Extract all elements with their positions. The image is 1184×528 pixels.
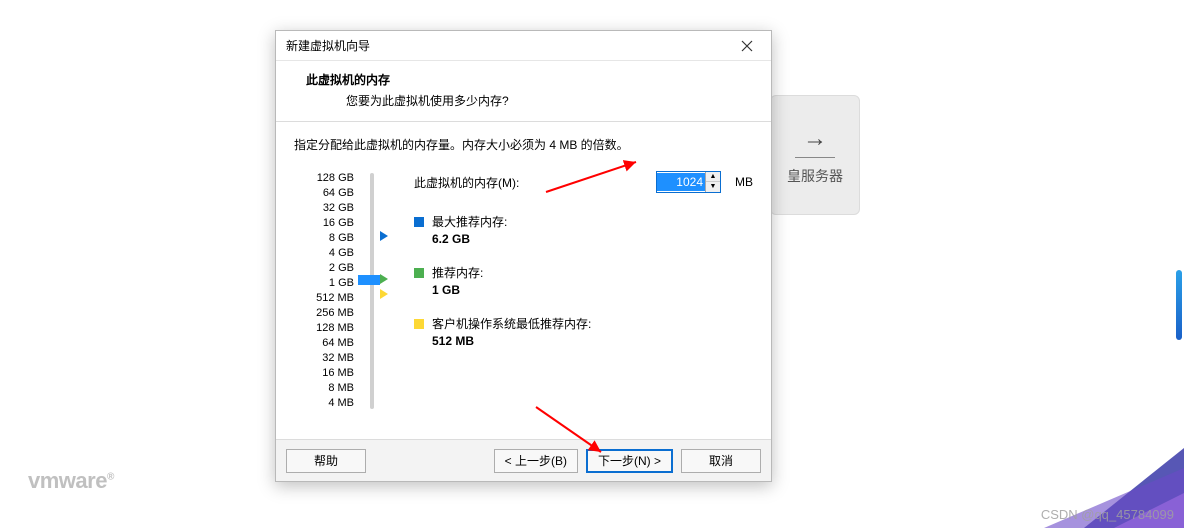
scale-tick: 4 GB [294,246,354,261]
new-vm-wizard-dialog: 新建虚拟机向导 此虚拟机的内存 您要为此虚拟机使用多少内存? 指定分配给此虚拟机… [275,30,772,482]
dialog-footer: 帮助 < 上一步(B) 下一步(N) > 取消 [276,439,771,481]
instruction-text: 指定分配给此虚拟机的内存量。内存大小必须为 4 MB 的倍数。 [294,136,753,153]
slider-track [370,173,374,409]
arrow-right-icon: → [803,125,827,153]
legend-rec: 推荐内存: 1 GB [414,264,753,297]
scale-tick: 128 GB [294,171,354,186]
close-button[interactable] [729,34,765,58]
max-marker-icon [380,231,388,241]
scale-tick: 16 MB [294,366,354,381]
square-icon [414,319,424,329]
scale-tick: 512 MB [294,291,354,306]
scale-tick: 128 MB [294,321,354,336]
legend-max-value: 6.2 GB [432,232,753,246]
legend-max: 最大推荐内存: 6.2 GB [414,213,753,246]
divider [795,157,835,158]
legend-min-value: 512 MB [432,334,753,348]
scale-tick: 1 GB [294,276,354,291]
dialog-title: 新建虚拟机向导 [286,37,729,54]
memory-scale: 128 GB 64 GB 32 GB 16 GB 8 GB 4 GB 2 GB … [294,171,354,411]
cancel-button[interactable]: 取消 [681,449,761,473]
scale-tick: 8 GB [294,231,354,246]
next-button[interactable]: 下一步(N) > [586,449,673,473]
scale-tick: 64 MB [294,336,354,351]
legend-min-label: 客户机操作系统最低推荐内存: [432,315,591,332]
spin-down-button[interactable]: ▼ [706,182,720,192]
scale-tick: 64 GB [294,186,354,201]
scale-tick: 32 MB [294,351,354,366]
spinner-buttons: ▲ ▼ [705,172,720,192]
legend-min: 客户机操作系统最低推荐内存: 512 MB [414,315,753,348]
vmware-logo: vmware® [28,468,114,494]
square-icon [414,268,424,278]
scale-tick: 4 MB [294,396,354,411]
square-icon [414,217,424,227]
scale-tick: 2 GB [294,261,354,276]
scale-tick: 32 GB [294,201,354,216]
legend-max-label: 最大推荐内存: [432,213,507,230]
header-title: 此虚拟机的内存 [306,71,761,88]
dialog-body: 指定分配给此虚拟机的内存量。内存大小必须为 4 MB 的倍数。 128 GB 6… [276,122,771,439]
legend-rec-value: 1 GB [432,283,753,297]
min-marker-icon [380,289,388,299]
memory-input-row: 此虚拟机的内存(M): ▲ ▼ MB [414,171,753,193]
scale-tick: 256 MB [294,306,354,321]
close-icon [741,40,753,52]
memory-info: 此虚拟机的内存(M): ▲ ▼ MB 最大推荐内存: [388,171,753,411]
watermark: CSDN @qq_45784099 [1041,507,1174,522]
bg-card-label: 皇服务器 [787,166,843,186]
memory-spinner[interactable]: ▲ ▼ [656,171,721,193]
titlebar: 新建虚拟机向导 [276,31,771,61]
dialog-header: 此虚拟机的内存 您要为此虚拟机使用多少内存? [276,61,771,122]
memory-area: 128 GB 64 GB 32 GB 16 GB 8 GB 4 GB 2 GB … [294,171,753,411]
scale-tick: 16 GB [294,216,354,231]
rec-marker-icon [380,274,388,284]
back-button[interactable]: < 上一步(B) [494,449,578,473]
scale-tick: 8 MB [294,381,354,396]
memory-unit: MB [735,175,753,189]
spin-up-button[interactable]: ▲ [706,172,720,182]
legend-rec-label: 推荐内存: [432,264,483,281]
memory-slider[interactable] [364,171,378,411]
slider-thumb[interactable] [358,275,380,285]
background-card: → 皇服务器 [770,95,860,215]
scroll-indicator[interactable] [1176,270,1182,340]
header-subtitle: 您要为此虚拟机使用多少内存? [346,92,761,109]
memory-input-label: 此虚拟机的内存(M): [414,174,648,191]
memory-input[interactable] [657,173,705,191]
help-button[interactable]: 帮助 [286,449,366,473]
legend-block: 最大推荐内存: 6.2 GB 推荐内存: 1 GB [414,213,753,348]
